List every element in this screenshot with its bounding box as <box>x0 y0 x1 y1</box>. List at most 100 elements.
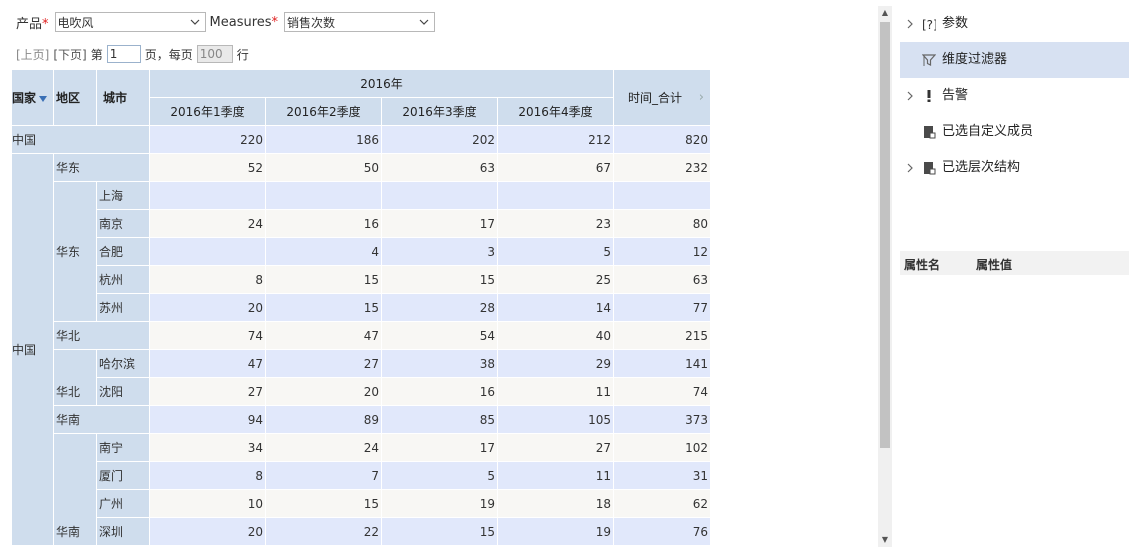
side-panel: [?] 参数维度过滤器告警已选自定义成员已选层次结构 <box>900 6 1129 186</box>
panel-item[interactable]: 已选层次结构 <box>900 150 1129 186</box>
row-header-city: 沈阳 <box>97 378 150 406</box>
product-select-value: 电吹风 <box>57 15 94 30</box>
data-cell: 8 <box>150 462 266 490</box>
row-header-city: 厦门 <box>97 462 150 490</box>
data-cell: 10 <box>150 490 266 518</box>
chevron-right-icon[interactable] <box>906 90 914 102</box>
next-page-link[interactable]: [下页] <box>53 46 86 63</box>
data-cell: 67 <box>498 154 614 182</box>
data-cell: 38 <box>382 350 498 378</box>
filter-bar: 产品* 电吹风 Measures* 销售次数 <box>16 12 436 32</box>
product-select[interactable]: 电吹风 <box>54 12 206 32</box>
row-header-country-total: 中国 <box>12 126 150 154</box>
row-header-region-subtotal: 华北 <box>54 322 150 350</box>
measures-select[interactable]: 销售次数 <box>284 12 436 32</box>
scroll-down-icon[interactable]: ▼ <box>880 535 890 545</box>
row-header-region-label: 华东 <box>56 245 81 259</box>
data-cell: 212 <box>498 126 614 154</box>
data-cell: 22 <box>266 518 382 546</box>
row-header-region: 华北 <box>54 350 97 406</box>
chevron-down-icon <box>419 19 429 25</box>
page-number-input[interactable]: 1 <box>106 45 141 63</box>
data-cell: 5 <box>498 238 614 266</box>
data-cell: 18 <box>498 490 614 518</box>
exclamation-icon <box>922 89 934 103</box>
prev-page-link[interactable]: [上页] <box>16 46 49 63</box>
row-header-city: 杭州 <box>97 266 150 294</box>
data-cell: 23 <box>498 210 614 238</box>
data-cell: 63 <box>382 154 498 182</box>
data-cell: 29 <box>498 350 614 378</box>
data-cell: 20 <box>150 518 266 546</box>
data-cell: 4 <box>266 238 382 266</box>
quarter-header: 2016年4季度 <box>498 98 614 126</box>
row-header-city: 合肥 <box>97 238 150 266</box>
data-cell: 7 <box>266 462 382 490</box>
data-cell: 141 <box>614 350 711 378</box>
hierarchy-icon <box>922 161 936 175</box>
chevron-right-icon[interactable] <box>906 162 914 174</box>
row-header-region-subtotal: 华南 <box>54 406 150 434</box>
property-name-header: 属性名 <box>904 258 941 272</box>
panel-item[interactable]: 告警 <box>900 78 1129 114</box>
data-cell: 215 <box>614 322 711 350</box>
svg-text:[?]: [?] <box>922 18 936 31</box>
property-value-header: 属性值 <box>976 258 1013 272</box>
scrollbar-thumb[interactable] <box>880 22 890 448</box>
quarter-header: 2016年1季度 <box>150 98 266 126</box>
data-cell: 186 <box>266 126 382 154</box>
data-cell: 52 <box>150 154 266 182</box>
chevron-right-icon[interactable]: › <box>699 70 704 125</box>
year-header: 2016年 <box>150 70 614 98</box>
data-cell: 15 <box>382 518 498 546</box>
data-cell: 15 <box>266 266 382 294</box>
data-cell: 28 <box>382 294 498 322</box>
data-cell: 62 <box>614 490 711 518</box>
data-cell: 74 <box>614 378 711 406</box>
panel-item-label: 已选自定义成员 <box>942 124 1034 139</box>
data-cell: 40 <box>498 322 614 350</box>
data-cell: 16 <box>382 378 498 406</box>
data-cell: 17 <box>382 210 498 238</box>
scroll-up-icon[interactable]: ▲ <box>880 8 890 18</box>
rows-suffix: 行 <box>236 47 249 62</box>
data-cell: 47 <box>150 350 266 378</box>
rows-per-page-input[interactable]: 100 <box>196 45 233 63</box>
data-cell: 94 <box>150 406 266 434</box>
panel-item[interactable]: [?] 参数 <box>900 6 1129 42</box>
data-cell: 47 <box>266 322 382 350</box>
data-cell: 11 <box>498 378 614 406</box>
panel-item-label: 参数 <box>942 16 969 31</box>
data-cell: 12 <box>614 238 711 266</box>
total-header[interactable]: 时间_合计 › <box>614 70 711 126</box>
data-cell: 820 <box>614 126 711 154</box>
row-header-region-label: 华北 <box>56 385 81 399</box>
data-cell: 105 <box>498 406 614 434</box>
country-header[interactable]: 国家 <box>12 70 54 126</box>
page-prefix: 第 <box>90 47 103 62</box>
data-cell: 15 <box>266 490 382 518</box>
vertical-scrollbar[interactable]: ▲ ▼ <box>878 6 892 547</box>
data-cell: 31 <box>614 462 711 490</box>
data-cell: 11 <box>498 462 614 490</box>
data-cell: 220 <box>150 126 266 154</box>
data-cell: 34 <box>150 434 266 462</box>
sort-desc-icon[interactable] <box>39 95 48 102</box>
data-cell: 85 <box>382 406 498 434</box>
row-header-city: 深圳 <box>97 518 150 546</box>
data-cell: 27 <box>266 350 382 378</box>
city-header: 城市 <box>97 70 150 126</box>
product-label: 产品* <box>16 16 49 32</box>
chevron-right-icon[interactable] <box>906 18 914 30</box>
panel-item[interactable]: 已选自定义成员 <box>900 114 1129 150</box>
data-cell: 77 <box>614 294 711 322</box>
page-suffix: 页，每页 <box>144 47 193 62</box>
data-cell: 232 <box>614 154 711 182</box>
data-cell: 16 <box>266 210 382 238</box>
data-cell: 17 <box>382 434 498 462</box>
panel-item[interactable]: 维度过滤器 <box>900 42 1129 78</box>
data-cell: 19 <box>498 518 614 546</box>
chevron-down-icon <box>190 19 199 25</box>
row-header-city: 上海 <box>97 182 150 210</box>
data-cell: 54 <box>382 322 498 350</box>
